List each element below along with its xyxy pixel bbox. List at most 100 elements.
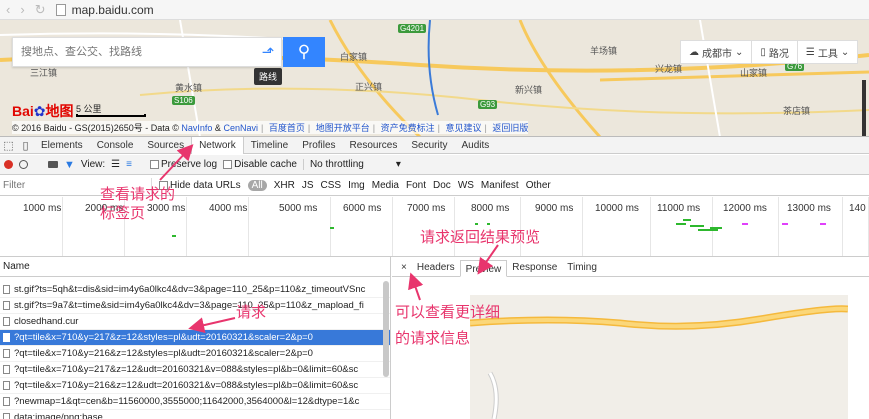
request-row[interactable]: ?qt=tile&x=710&y=217&z=12&udt=20160321&v… (0, 362, 390, 378)
traffic-label: 路况 (768, 48, 789, 60)
throttle-select[interactable]: No throttling ▾ (302, 159, 401, 170)
filter-all[interactable]: All (247, 180, 267, 191)
filter-js[interactable]: JS (302, 180, 314, 191)
address-bar[interactable]: map.baidu.com (72, 3, 154, 17)
filter-xhr[interactable]: XHR (274, 180, 295, 191)
map-search-input[interactable] (21, 46, 251, 58)
filter-manifest[interactable]: Manifest (481, 180, 519, 191)
name-column-header[interactable]: Name (0, 257, 390, 277)
request-row[interactable]: data:image/png;base... (0, 410, 390, 419)
annotation-preview: 请求返回结果预览 (420, 229, 541, 246)
map-search-button[interactable]: ⚲ (283, 37, 325, 67)
request-row[interactable]: st.gif?ts=5qh&t=dis&sid=im4y6a0lkc4&dv=3… (0, 282, 390, 298)
clear-icon[interactable] (19, 160, 28, 169)
close-icon[interactable]: × (396, 259, 412, 276)
tab-profiles[interactable]: Profiles (295, 137, 342, 154)
file-icon (3, 317, 10, 326)
timeline-bar (782, 223, 788, 225)
annotation-network-tab: 查看请求的 标签页 (100, 186, 176, 222)
timeline-tick: 12000 ms (723, 197, 779, 256)
reload-icon[interactable]: ↻ (35, 2, 46, 18)
annotation-request: 请求 (236, 304, 267, 321)
filter-font[interactable]: Font (406, 180, 426, 191)
preserve-log-toggle[interactable]: Preserve log (149, 159, 217, 170)
preserve-log-checkbox[interactable] (149, 159, 159, 169)
map-canvas[interactable]: 三江镇 白家镇 黄水镇 正兴镇 兴龙镇 山家镇 新兴镇 茶店镇 羊场镇 G420… (0, 20, 869, 137)
preview-tile-image (470, 295, 848, 419)
navinfo-link[interactable]: NavInfo (181, 123, 212, 133)
tab-headers[interactable]: Headers (412, 259, 460, 276)
timeline-tick: 4000 ms (209, 197, 249, 256)
city-label: 成都市 (702, 48, 732, 60)
city-selector[interactable]: ☁ 成都市 ⌄ (681, 41, 753, 63)
filter-img[interactable]: Img (348, 180, 365, 191)
disable-cache-checkbox[interactable] (223, 159, 233, 169)
inspect-icon[interactable]: ⬚ (0, 137, 17, 154)
traffic-button[interactable]: ▯ 路况 (752, 41, 798, 63)
old-version-link[interactable]: 返回旧版 (492, 123, 528, 133)
filter-doc[interactable]: Doc (433, 180, 451, 191)
timeline-tick: 8000 ms (471, 197, 521, 256)
tools-label: 工具 (817, 48, 838, 60)
screenshot-icon[interactable] (48, 161, 58, 168)
file-icon (3, 333, 10, 342)
file-icon (3, 365, 10, 374)
baidu-home-link[interactable]: 百度首页 (269, 123, 305, 133)
back-icon[interactable]: ‹ (6, 2, 10, 17)
filter-icon[interactable]: ▼ (64, 159, 75, 171)
map-place-label: 黄水镇 (175, 83, 203, 93)
route-icon[interactable]: ⬏ (255, 37, 281, 67)
tab-sources[interactable]: Sources (140, 137, 191, 154)
tab-security[interactable]: Security (404, 137, 454, 154)
devtools-tabbar: ⬚ ▯ Elements Console Sources Network Tim… (0, 136, 869, 154)
request-row[interactable]: st.gif?ts=9a7&t=time&sid=im4y6a0lkc4&dv=… (0, 298, 390, 314)
tab-timing[interactable]: Timing (562, 259, 602, 276)
tab-resources[interactable]: Resources (343, 137, 405, 154)
filter-ws[interactable]: WS (458, 180, 474, 191)
cennavi-link[interactable]: CenNavi (223, 123, 258, 133)
filter-css[interactable]: CSS (321, 180, 342, 191)
tab-audits[interactable]: Audits (454, 137, 496, 154)
timeline-tick: 7000 ms (407, 197, 455, 256)
list-view-icon[interactable]: ☰ (111, 159, 120, 170)
request-list: Name st.gif?ts=5qh&t=dis&sid=im4y6a0lkc4… (0, 257, 391, 419)
request-list-scrollbar[interactable] (383, 281, 389, 377)
forward-icon[interactable]: › (20, 2, 24, 17)
map-top-tools: ☁ 成都市 ⌄ ▯ 路况 ☰ 工具 ⌄ (680, 40, 859, 64)
tab-elements[interactable]: Elements (34, 137, 90, 154)
open-platform-link[interactable]: 地图开放平台 (316, 123, 370, 133)
timeline-bar (475, 223, 478, 225)
free-mark-link[interactable]: 资产免费标注 (381, 123, 435, 133)
tab-preview[interactable]: Preview (459, 260, 508, 277)
timeline-tick: 10000 ms (595, 197, 651, 256)
scale-bar (76, 114, 146, 117)
tab-timeline[interactable]: Timeline (244, 137, 295, 154)
waterfall-view-icon[interactable]: ≡ (126, 159, 132, 170)
search-icon: ⚲ (297, 42, 311, 61)
timeline-bar (676, 223, 686, 225)
disable-cache-toggle[interactable]: Disable cache (223, 159, 297, 170)
tab-response[interactable]: Response (507, 259, 562, 276)
timeline-tick: 9000 ms (535, 197, 583, 256)
timeline-bar (487, 223, 490, 225)
view-label: View: (80, 159, 106, 170)
timeline-tick: 3000 ms (147, 197, 187, 256)
feedback-link[interactable]: 意见建议 (445, 123, 481, 133)
filter-other[interactable]: Other (526, 180, 551, 191)
request-row[interactable]: ?qt=tile&x=710&y=216&z=12&styles=pl&udt=… (0, 346, 390, 362)
request-row[interactable]: closedhand.cur (0, 314, 390, 330)
request-row-selected[interactable]: ?qt=tile&x=710&y=217&z=12&styles=pl&udt=… (0, 330, 390, 346)
preview-tile-roads (470, 305, 848, 419)
record-icon[interactable] (4, 160, 13, 169)
tools-menu[interactable]: ☰ 工具 ⌄ (798, 41, 857, 63)
request-row[interactable]: ?newmap=1&qt=cen&b=11560000,3555000;1164… (0, 394, 390, 410)
dropdown-arrow-icon: ▾ (395, 159, 401, 170)
tab-console[interactable]: Console (90, 137, 141, 154)
timeline-bar (820, 223, 826, 225)
annotation-detail: 可以查看更详细 的请求信息 (395, 304, 501, 347)
filter-media[interactable]: Media (372, 180, 399, 191)
device-icon[interactable]: ▯ (17, 137, 34, 154)
map-place-label: 羊场镇 (590, 46, 618, 56)
tab-network[interactable]: Network (191, 136, 244, 154)
request-row[interactable]: ?qt=tile&x=710&y=216&z=12&udt=20160321&v… (0, 378, 390, 394)
